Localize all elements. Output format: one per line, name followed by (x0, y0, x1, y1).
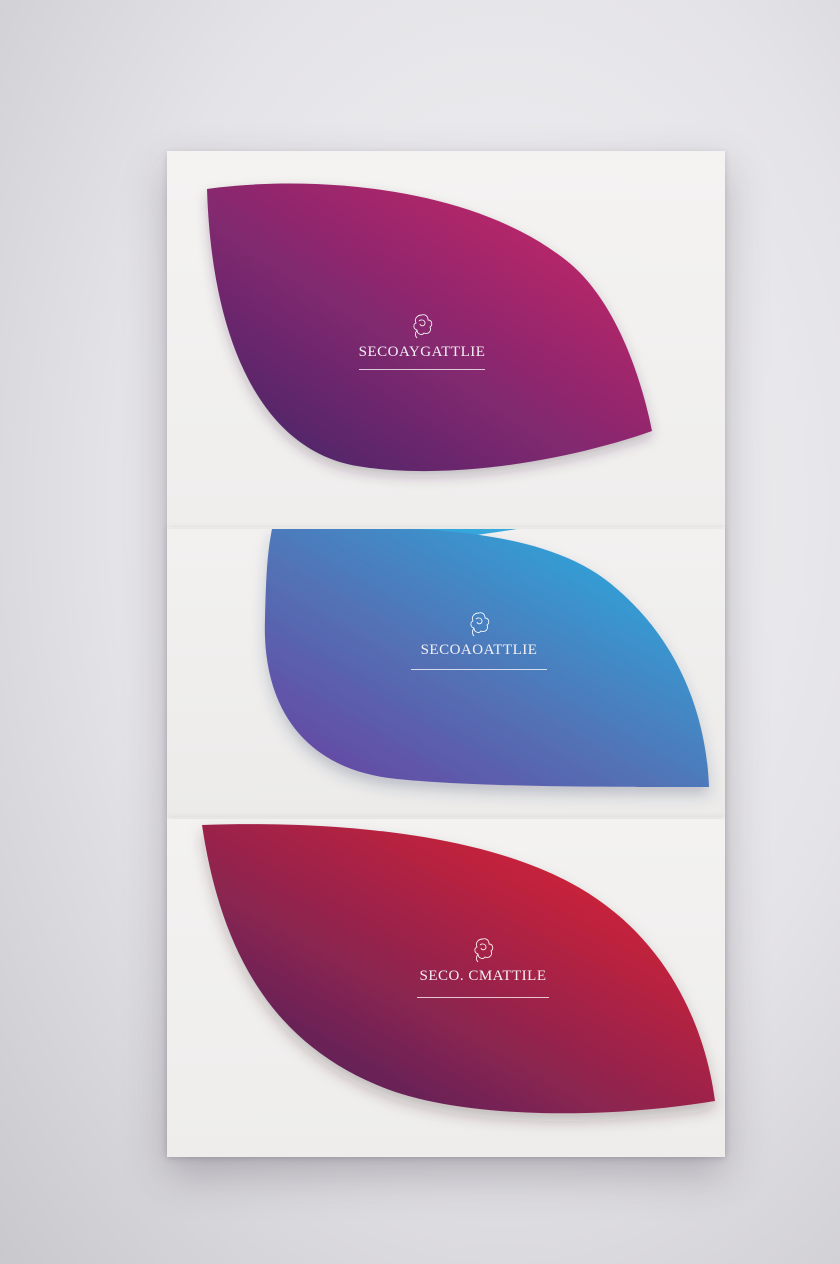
brand-block: SECO. CMATTILE (413, 935, 553, 1004)
rose-emblem-icon (474, 938, 494, 963)
brand-name: SECOAYGATTLIE (358, 344, 486, 360)
card-blue: SECOAOATTLIE (167, 529, 725, 817)
brand-tagline (357, 371, 487, 376)
brand-tagline (409, 671, 549, 676)
brand-name: SECOAOATTLIE (420, 642, 538, 658)
rose-emblem-icon (413, 314, 433, 339)
brand-divider (411, 669, 547, 670)
brand-divider (417, 997, 549, 998)
brand-name: SECO. CMATTILE (419, 968, 547, 984)
card-magenta: SECOAYGATTLIE (167, 151, 725, 527)
brand-tagline (413, 999, 553, 1004)
brand-block: SECOAOATTLIE (409, 609, 549, 676)
brand-divider (359, 369, 485, 370)
card-red: SECO. CMATTILE (167, 819, 725, 1157)
brand-block: SECOAYGATTLIE (357, 311, 487, 376)
rose-emblem-icon (470, 612, 490, 637)
